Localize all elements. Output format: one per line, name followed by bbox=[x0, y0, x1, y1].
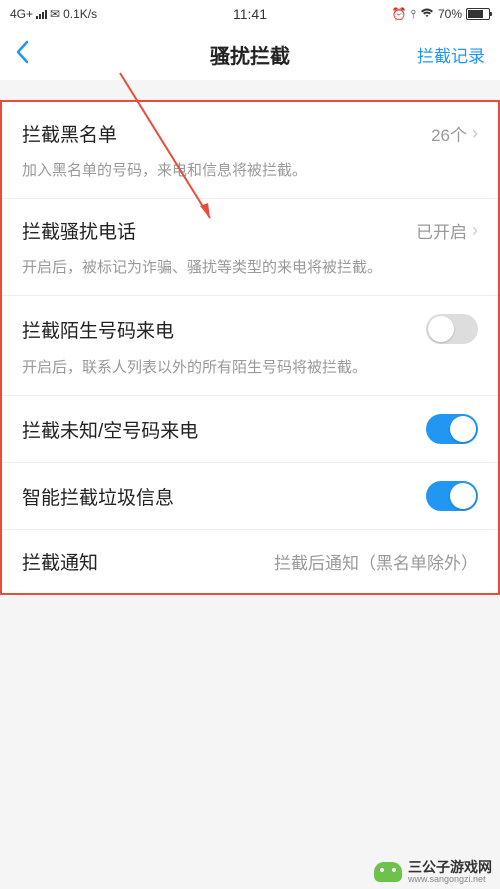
notify-row[interactable]: 拦截通知 拦截后通知（黑名单除外） bbox=[2, 530, 498, 593]
battery-pct: 70% bbox=[438, 7, 462, 21]
data-speed: 0.1K/s bbox=[63, 7, 97, 21]
vibrate-icon: ⫯ bbox=[411, 7, 416, 22]
blacklist-row[interactable]: 拦截黑名单 26个 › 加入黑名单的号码，来电和信息将被拦截。 bbox=[2, 102, 498, 199]
wifi-icon bbox=[420, 7, 434, 21]
unknown-toggle[interactable] bbox=[426, 414, 478, 444]
watermark: 三公子游戏网 www.sangongzi.net bbox=[374, 860, 492, 885]
settings-list: 拦截黑名单 26个 › 加入黑名单的号码，来电和信息将被拦截。 拦截骚扰电话 已… bbox=[0, 100, 500, 595]
harass-label: 拦截骚扰电话 bbox=[22, 217, 136, 244]
harass-desc: 开启后，被标记为诈骗、骚扰等类型的来电将被拦截。 bbox=[22, 256, 478, 277]
harass-value: 已开启 › bbox=[416, 218, 478, 243]
status-left: 4G+ ✉ 0.1K/s bbox=[10, 7, 97, 21]
harass-row[interactable]: 拦截骚扰电话 已开启 › 开启后，被标记为诈骗、骚扰等类型的来电将被拦截。 bbox=[2, 199, 498, 296]
blacklist-value: 26个 › bbox=[431, 121, 478, 146]
stranger-desc: 开启后，联系人列表以外的所有陌生号码将被拦截。 bbox=[22, 356, 478, 377]
spam-msg-toggle[interactable] bbox=[426, 481, 478, 511]
stranger-toggle[interactable] bbox=[426, 314, 478, 344]
blacklist-desc: 加入黑名单的号码，来电和信息将被拦截。 bbox=[22, 159, 478, 180]
unknown-row: 拦截未知/空号码来电 bbox=[2, 396, 498, 463]
watermark-name: 三公子游戏网 bbox=[408, 860, 492, 875]
watermark-logo-icon bbox=[374, 862, 402, 882]
status-bar: 4G+ ✉ 0.1K/s 11:41 ⏰ ⫯ 70% bbox=[0, 0, 500, 28]
spam-msg-label: 智能拦截垃圾信息 bbox=[22, 483, 174, 510]
network-type: 4G+ bbox=[10, 7, 33, 21]
alarm-icon: ⏰ bbox=[392, 7, 407, 21]
wechat-icon: ✉ bbox=[50, 7, 60, 21]
back-button[interactable] bbox=[15, 40, 29, 68]
watermark-url: www.sangongzi.net bbox=[408, 875, 492, 885]
notify-value: 拦截后通知（黑名单除外） bbox=[274, 549, 478, 574]
blacklist-label: 拦截黑名单 bbox=[22, 120, 117, 147]
stranger-label: 拦截陌生号码来电 bbox=[22, 316, 174, 343]
stranger-row: 拦截陌生号码来电 开启后，联系人列表以外的所有陌生号码将被拦截。 bbox=[2, 296, 498, 396]
status-time: 11:41 bbox=[233, 6, 267, 22]
signal-icon bbox=[36, 10, 47, 19]
chevron-right-icon: › bbox=[472, 123, 478, 144]
page-title: 骚扰拦截 bbox=[210, 40, 290, 69]
header: 骚扰拦截 拦截记录 bbox=[0, 28, 500, 80]
unknown-label: 拦截未知/空号码来电 bbox=[22, 416, 198, 443]
spam-msg-row: 智能拦截垃圾信息 bbox=[2, 463, 498, 530]
block-records-button[interactable]: 拦截记录 bbox=[417, 42, 485, 67]
battery-icon bbox=[466, 8, 490, 20]
chevron-right-icon: › bbox=[472, 220, 478, 241]
notify-label: 拦截通知 bbox=[22, 548, 98, 575]
status-right: ⏰ ⫯ 70% bbox=[392, 7, 490, 22]
